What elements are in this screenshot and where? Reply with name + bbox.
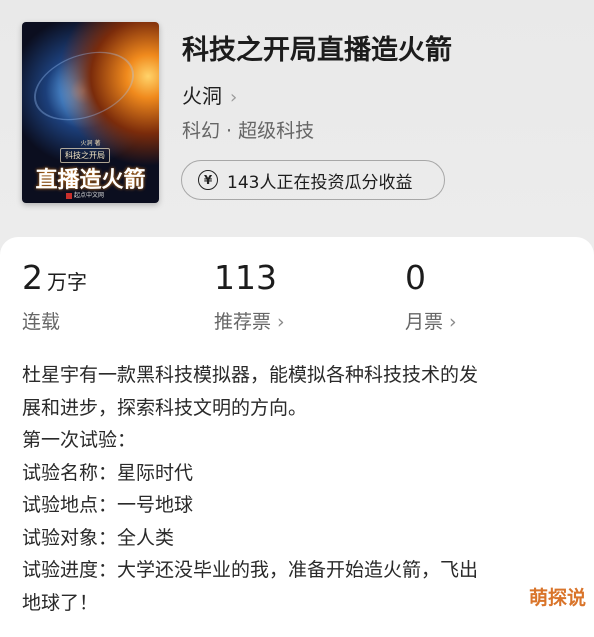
book-description[interactable]: 杜星宇有一款黑科技模拟器，能模拟各种科技技术的发 展和进步，探索科技文明的方向。… bbox=[22, 359, 570, 619]
yen-coin-icon: ¥ bbox=[198, 170, 218, 190]
chevron-right-icon: › bbox=[277, 311, 285, 333]
book-header: 火洞 著 科技之开局 直播造火箭 起点中文网 科技之开局直播造火箭 火洞 › 科幻… bbox=[0, 0, 594, 250]
publisher-logo-icon bbox=[66, 192, 72, 199]
description-line: 试验对象：全人类 bbox=[22, 526, 175, 549]
book-cover[interactable]: 火洞 著 科技之开局 直播造火箭 起点中文网 bbox=[22, 22, 159, 203]
chevron-right-icon: › bbox=[449, 311, 457, 333]
recommend-label: 推荐票 bbox=[214, 311, 272, 333]
stat-recommend-tickets[interactable]: 113 推荐票 › bbox=[214, 259, 285, 334]
monthly-count: 0 bbox=[405, 258, 426, 297]
author-name: 火洞 bbox=[182, 84, 222, 108]
description-line: 杜星宇有一款黑科技模拟器，能模拟各种科技技术的发 bbox=[22, 364, 479, 386]
invest-button[interactable]: ¥ 143人正在投资瓜分收益 bbox=[181, 160, 445, 200]
book-title: 科技之开局直播造火箭 bbox=[182, 35, 452, 66]
cover-subtitle: 科技之开局 bbox=[60, 148, 110, 163]
description-line: 地球了！ bbox=[22, 591, 99, 614]
description-line: 试验名称：星际时代 bbox=[22, 461, 194, 484]
invest-label: 143人正在投资瓜分收益 bbox=[227, 172, 413, 193]
stat-monthly-tickets[interactable]: 0 月票 › bbox=[405, 259, 457, 334]
watermark: 萌探说 bbox=[528, 587, 586, 609]
book-info-card: 2 万字 连载 113 推荐票 › 0 月票 › 杜星宇有一款黑科技模拟器，能模拟各种… bbox=[0, 237, 594, 637]
description-line: 试验地点：一号地球 bbox=[22, 494, 194, 516]
description-line: 第一次试验： bbox=[22, 429, 137, 451]
recommend-count: 113 bbox=[214, 258, 277, 297]
author-link[interactable]: 火洞 › bbox=[182, 80, 237, 109]
cover-author: 火洞 著 bbox=[80, 140, 101, 147]
cover-galaxy-art bbox=[24, 38, 144, 134]
cover-publisher-name: 起点中文网 bbox=[74, 192, 105, 199]
book-genre: 科幻 · 超级科技 bbox=[182, 120, 315, 142]
description-line: 试验进度：大学还没毕业的我，准备开始造火箭，飞出 bbox=[22, 559, 479, 581]
serial-status: 连载 bbox=[22, 311, 61, 333]
cover-publisher: 起点中文网 bbox=[66, 190, 104, 199]
word-count-value: 2 bbox=[22, 258, 43, 297]
word-count-unit: 万字 bbox=[47, 270, 87, 294]
description-line: 展和进步，探索科技文明的方向。 bbox=[22, 396, 308, 419]
chevron-right-icon: › bbox=[230, 87, 238, 108]
stat-word-count: 2 万字 连载 bbox=[22, 259, 87, 334]
monthly-label: 月票 bbox=[405, 311, 444, 333]
